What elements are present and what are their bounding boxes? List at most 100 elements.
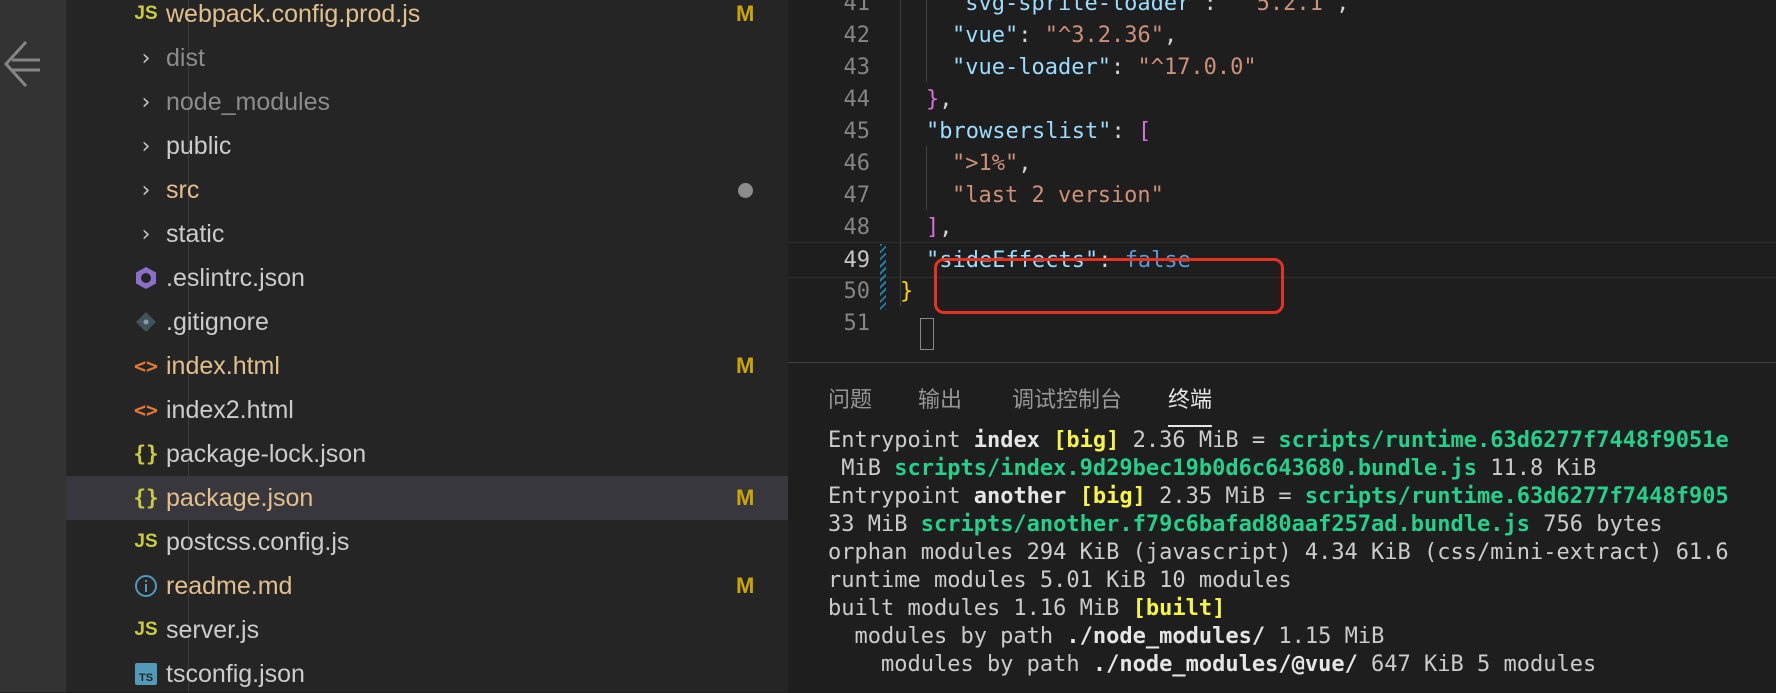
panel-tab[interactable]: 输出 [918,377,962,425]
tree-item-label: index.html [166,352,280,380]
indent-guide [926,146,927,210]
line-number: 43 [843,55,871,80]
activity-bar [0,0,66,692]
terminal-line: modules by path ./node_modules/@vue/ 647… [828,651,1596,679]
code-line[interactable]: 44}, [788,82,1776,118]
tree-item[interactable]: <> index.html M [66,344,788,388]
line-number: 51 [843,311,871,336]
tree-item[interactable]: › dist [66,36,788,80]
modified-dot-icon [738,183,753,198]
tree-item[interactable]: › static [66,212,788,256]
tree-item[interactable]: TS tsconfig.json [66,652,788,692]
tree-item[interactable]: › public [66,124,788,168]
code-token: "^5.2.1" [1230,0,1337,16]
explorer-sidebar: JS webpack.config.prod.js M › dist › node_modu… [66,0,788,692]
code-line[interactable]: 51 [788,306,1776,342]
code-token: "vue-loader" [952,55,1111,80]
tree-item[interactable]: › node_modules [66,80,788,124]
annotation-highlight-box [934,258,1284,314]
tree-item[interactable]: .eslintrc.json [66,256,788,300]
tree-item-label: tsconfig.json [166,660,305,688]
tree-item[interactable]: <> index2.html [66,388,788,432]
tree-item-label: package-lock.json [166,440,367,468]
tree-item[interactable]: JS server.js [66,608,788,652]
panel-tab[interactable]: 调试控制台 [1012,377,1122,425]
code-line[interactable]: 45 "browserslist": [ [788,114,1776,150]
terminal-text: Entrypoint [828,484,974,509]
code-text: "vue-loader": "^17.0.0" [952,50,1257,86]
chevron-right-icon: › [141,45,151,71]
json-file-icon: {} [133,486,159,510]
code-token: "browserslist" [926,119,1112,144]
tree-item[interactable]: JS webpack.config.prod.js M [66,0,788,36]
code-token: , [939,87,953,112]
terminal-text: another [973,484,1067,509]
js-file-icon: JS [134,3,158,24]
code-token: : [1018,23,1045,48]
code-line[interactable]: 47 "last 2 version" [788,178,1776,214]
terminal-text: Entrypoint [828,428,974,453]
code-token: : [1110,55,1138,80]
terminal-text: scripts/another.f79c6bafad80aaf257ad.bun… [920,512,1530,537]
git-status-badge: M [736,1,755,26]
indent-guide [926,0,927,82]
terminal-text: ./node_modules/ [1066,624,1266,649]
code-token: ] [926,215,940,240]
tree-item-label: public [166,132,232,160]
code-token: "^3.2.36" [1044,23,1164,48]
terminal-text: runtime modules 5.01 KiB 10 modules [828,568,1292,593]
ts-file-icon: TS [126,652,166,692]
tree-item-label: readme.md [166,572,293,600]
tree-item-label: node_modules [166,88,331,116]
bracket-match-box [920,318,934,350]
line-number: 50 [843,279,871,304]
code-line[interactable]: 48], [788,210,1776,246]
terminal-text: [built] [1132,596,1226,621]
code-token: ">1%" [952,151,1019,176]
panel-tab[interactable]: 终端 [1168,377,1213,427]
tree-item[interactable]: {} package.json M [66,476,788,520]
remote-explorer-icon[interactable] [0,38,44,90]
code-text: }, [926,82,953,118]
terminal-text: 2.36 MiB = [1119,428,1279,453]
tree-item[interactable]: readme.md M [66,564,788,608]
code-token: , [1336,0,1350,16]
panel-tab[interactable]: 问题 [828,377,872,425]
code-token: : [1111,119,1138,144]
html-file-icon: <> [133,354,159,378]
tree-item[interactable]: JS postcss.config.js [66,520,788,564]
line-number: 46 [843,151,871,176]
code-token: "last 2 version" [952,183,1164,208]
tree-item[interactable]: {} package-lock.json [66,432,788,476]
terminal-text: orphan modules 294 KiB (javascript) 4.34… [828,540,1729,565]
tree-item[interactable]: › src [66,168,788,212]
code-line[interactable]: 42 "vue": "^3.2.36", [788,18,1776,54]
code-token: "vue" [952,23,1019,48]
terminal-line: MiB scripts/index.9d29bec19b0d6c643680.b… [828,455,1596,483]
code-token: "svg-sprite-loader" [952,0,1204,16]
terminal-line: modules by path ./node_modules/ 1.15 MiB [828,623,1384,651]
tree-item[interactable]: .gitignore [66,300,788,344]
terminal-text: 756 bytes [1530,512,1663,537]
indent-guide [900,0,901,306]
code-text: ">1%", [952,146,1031,182]
chevron-right-icon: › [141,89,151,115]
code-token: "^17.0.0" [1137,55,1257,80]
code-text: } [900,274,913,310]
terminal-line: 33 MiB scripts/another.f79c6bafad80aaf25… [828,511,1662,539]
git-status-badge: M [736,485,755,510]
git-status-badge: M [736,573,755,598]
html-file-icon: <> [133,398,159,422]
code-text: "last 2 version" [952,178,1164,214]
code-line[interactable]: 46 ">1%", [788,146,1776,182]
git-status-badge: M [736,353,755,378]
tree-item-label: .eslintrc.json [166,264,305,292]
terminal-text: scripts/index.9d29bec19b0d6c643680.bundl… [894,456,1478,481]
line-number: 45 [843,119,871,144]
svg-text:TS: TS [139,672,153,684]
chevron-right-icon: › [141,133,151,159]
tree-item-label: .gitignore [166,308,269,336]
code-line[interactable]: 43 "vue-loader": "^17.0.0" [788,50,1776,86]
code-token: } [900,279,914,304]
